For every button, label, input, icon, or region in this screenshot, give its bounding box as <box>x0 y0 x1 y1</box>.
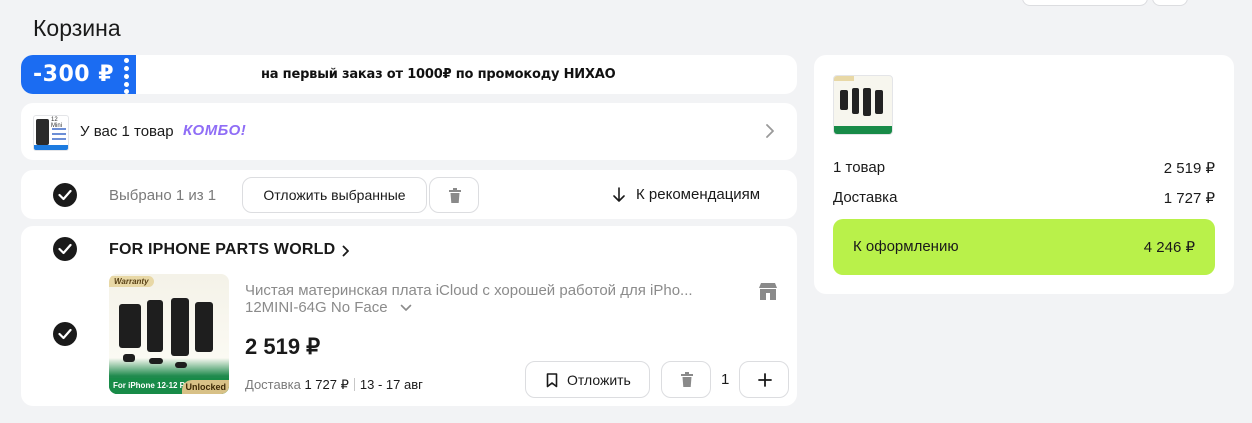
bookmark-icon <box>546 373 558 388</box>
combo-tag: КОМБО! <box>183 122 247 139</box>
selection-bar: Выбрано 1 из 1 Отложить выбранные К реко… <box>21 170 797 219</box>
check-icon <box>58 189 72 201</box>
chevron-right-icon <box>766 124 774 138</box>
promo-banner[interactable]: -300 ₽ на первый заказ от 1000₽ по промо… <box>21 55 797 94</box>
summary-items-label: 1 товар <box>833 159 886 176</box>
chevron-down-icon[interactable] <box>400 304 412 312</box>
delivery-price: 1 727 ₽ <box>304 377 349 392</box>
product-variant[interactable]: 12MINI-64G No Face <box>245 299 388 316</box>
product-image[interactable]: Warranty For iPhone 12-12 Pro Max Unlock… <box>109 274 229 394</box>
unlocked-label: Unlocked <box>182 380 229 394</box>
delivery-label: Доставка <box>245 377 301 392</box>
quantity-value: 1 <box>721 371 730 388</box>
seller-group: FOR IPHONE PARTS WORLD Warranty For iPho… <box>21 226 797 406</box>
selection-status: Выбрано 1 из 1 <box>109 187 217 204</box>
select-all-checkbox[interactable] <box>53 183 77 207</box>
warranty-label: Warranty <box>109 276 154 287</box>
page-title: Корзина <box>33 15 121 41</box>
checkout-button[interactable]: К оформлению 4 246 ₽ <box>833 219 1215 275</box>
summary-delivery-value: 1 727 ₽ <box>1163 190 1215 207</box>
summary-thumbnail <box>833 75 893 135</box>
delivery-info: Доставка 1 727 ₽ 13 - 17 авг <box>245 377 423 393</box>
seller-name[interactable]: FOR IPHONE PARTS WORLD <box>109 241 335 259</box>
defer-selected-button[interactable]: Отложить выбранные <box>242 177 427 213</box>
summary-delivery-row: Доставка 1 727 ₽ <box>833 189 1215 207</box>
store-icon[interactable] <box>758 281 778 301</box>
summary-items-value: 2 519 ₽ <box>1163 160 1215 177</box>
trash-icon <box>681 372 693 387</box>
combo-thumbnail: 12 Mini <box>33 115 69 151</box>
product-price: 2 519 ₽ <box>245 334 321 359</box>
combo-banner[interactable]: 12 Mini У вас 1 товар КОМБО! <box>21 103 797 160</box>
summary-items-row: 1 товар 2 519 ₽ <box>833 159 1215 177</box>
summary-delivery-label: Доставка <box>833 189 898 206</box>
defer-button-label: Отложить <box>567 372 631 388</box>
combo-text: У вас 1 товар <box>80 123 174 140</box>
recommendations-link[interactable]: К рекомендациям <box>636 186 760 203</box>
arrow-down-icon <box>613 187 625 202</box>
trash-icon <box>449 188 461 203</box>
delete-product-button[interactable] <box>661 361 711 398</box>
checkout-total: 4 246 ₽ <box>1143 239 1195 256</box>
product-title[interactable]: Чистая материнская плата iCloud с хороше… <box>245 282 740 300</box>
delivery-dates: 13 - 17 авг <box>359 377 423 392</box>
check-icon <box>58 243 72 255</box>
chevron-right-icon <box>342 245 349 257</box>
header-icon-button[interactable] <box>1152 0 1188 6</box>
check-icon <box>58 328 72 340</box>
plus-icon <box>758 373 772 387</box>
increase-quantity-button[interactable] <box>739 361 789 398</box>
header-button[interactable] <box>1022 0 1148 6</box>
checkout-label: К оформлению <box>853 238 959 255</box>
defer-button[interactable]: Отложить <box>525 361 650 398</box>
promo-text: на первый заказ от 1000₽ по промокоду НИ… <box>261 67 616 82</box>
product-checkbox[interactable] <box>53 322 77 346</box>
promo-badge-perforation <box>116 55 136 94</box>
delete-selected-button[interactable] <box>429 177 479 213</box>
order-summary: 1 товар 2 519 ₽ Доставка 1 727 ₽ К оформ… <box>814 55 1234 294</box>
seller-checkbox[interactable] <box>53 237 77 261</box>
